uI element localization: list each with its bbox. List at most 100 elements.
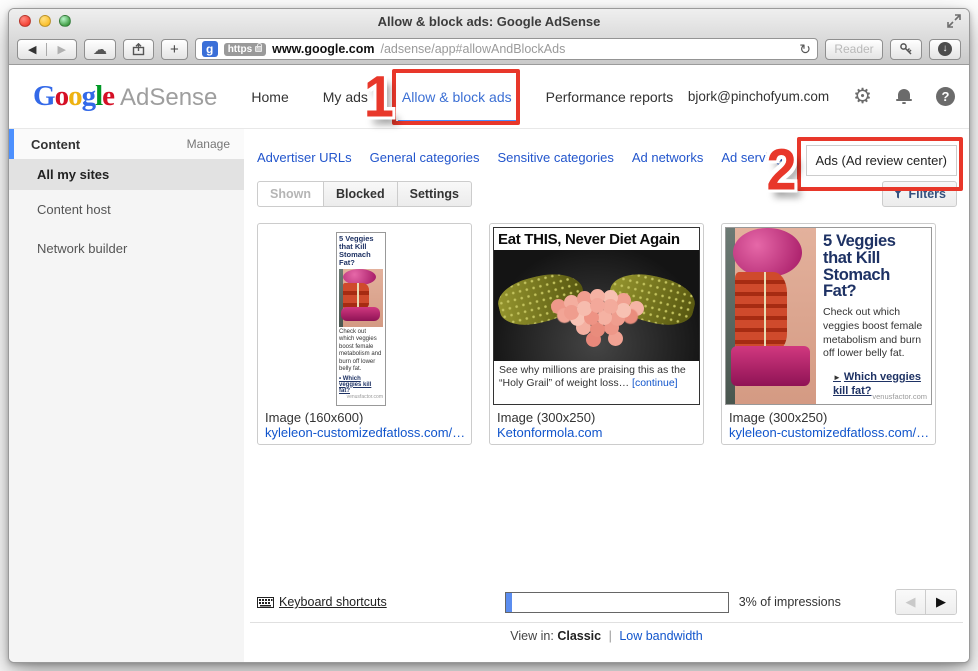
product-name: AdSense	[120, 84, 217, 112]
history-nav: ◀ ▶	[17, 39, 77, 60]
tab-ad-networks[interactable]: Ad networks	[632, 150, 704, 165]
impressions-label: 3% of impressions	[739, 595, 841, 609]
password-extension-button[interactable]	[890, 39, 922, 60]
nav-label: Allow & block ads	[402, 89, 512, 105]
ad-link[interactable]: • Which veggies kill fat?	[339, 376, 383, 394]
sidebar-item-all-my-sites[interactable]: All my sites	[9, 159, 244, 190]
url-path: /adsense/app#allowAndBlockAds	[380, 42, 565, 56]
torso-graphic	[726, 228, 816, 404]
refresh-icon[interactable]: ↻	[799, 41, 811, 58]
manage-link[interactable]: Manage	[187, 137, 244, 151]
continue-link[interactable]: [continue]	[632, 377, 678, 389]
plus-icon: +	[170, 41, 179, 58]
forward-icon[interactable]: ▶	[46, 43, 75, 56]
fullscreen-icon[interactable]	[947, 14, 961, 28]
fruit-half-left	[494, 266, 588, 331]
filters-button[interactable]: Filters	[882, 181, 957, 207]
address-bar[interactable]: g https www.google.com/adsense/app#allow…	[195, 38, 818, 60]
sidebar-item-content-host[interactable]: Content host	[9, 202, 244, 217]
download-icon: ↓	[938, 42, 952, 56]
torso-abs	[735, 272, 787, 351]
segment-shown[interactable]: Shown	[257, 181, 324, 207]
tab-advertiser-urls[interactable]: Advertiser URLs	[257, 150, 352, 165]
ad-url-link[interactable]: kyleleon-customizedfatloss.com/…	[729, 425, 929, 440]
footer-separator: |	[609, 629, 612, 643]
downloads-button[interactable]: ↓	[929, 39, 961, 60]
view-footer: View in: Classic | Low bandwidth	[244, 629, 969, 643]
tab-ad-review-center[interactable]: Ads (Ad review center) 2	[806, 145, 958, 176]
zoom-button[interactable]	[59, 15, 71, 27]
next-page-button[interactable]: ▶	[926, 590, 956, 614]
adsense-header: Google AdSense Home My ads Allow & block…	[9, 65, 969, 129]
url-domain: www.google.com	[272, 42, 374, 56]
sidebar: Content Manage All my sites Content host…	[9, 129, 244, 663]
pagination: ◀ ▶	[895, 589, 957, 615]
gear-icon[interactable]: ⚙	[853, 86, 872, 107]
ad-source: venusfactor.com	[339, 394, 383, 400]
keyboard-shortcuts-link[interactable]: Keyboard shortcuts	[257, 595, 387, 609]
bell-lip	[896, 99, 912, 101]
footer-divider	[250, 622, 963, 623]
progress-fill	[506, 593, 513, 612]
torso-abs	[343, 283, 369, 309]
subnav-tabs: Advertiser URLs General categories Sensi…	[244, 129, 969, 171]
ad-creative-300x250: 5 Veggies that Kill Stomach Fat? Check o…	[725, 227, 932, 405]
browser-window: Allow & block ads: Google AdSense ◀ ▶ ☁	[8, 8, 970, 663]
segment-blocked[interactable]: Blocked	[324, 181, 398, 207]
icloud-tabs-button[interactable]: ☁	[84, 39, 116, 60]
ad-card-2[interactable]: Eat THIS, Never Diet Again See why milli…	[489, 223, 704, 445]
view-low-bandwidth-link[interactable]: Low bandwidth	[619, 629, 702, 643]
fruit-half-right	[605, 266, 699, 331]
help-icon[interactable]: ?	[936, 87, 955, 106]
logo-letter: o	[55, 80, 69, 112]
nav-performance-reports[interactable]: Performance reports	[546, 65, 674, 128]
tab-label: Ads (Ad review center)	[816, 153, 948, 168]
sidebar-item-network-builder[interactable]: Network builder	[9, 241, 244, 256]
lock-icon	[255, 46, 262, 52]
torso-graphic	[339, 269, 383, 327]
ad-body: See why millions are praising this as th…	[494, 361, 699, 390]
account-email: bjork@pinchofyum.com	[688, 89, 829, 104]
back-icon[interactable]: ◀	[18, 43, 46, 56]
google-favicon: g	[202, 41, 218, 57]
logo-letter: g	[82, 80, 96, 112]
prev-page-button[interactable]: ◀	[896, 590, 926, 614]
nav-home[interactable]: Home	[251, 65, 288, 128]
https-badge: https	[224, 43, 266, 56]
ad-body: Check out which veggies boost female met…	[339, 329, 383, 374]
ad-body: Check out which veggies boost female met…	[823, 306, 925, 361]
keyboard-icon	[257, 597, 274, 608]
window-title: Allow & block ads: Google AdSense	[378, 14, 601, 29]
tab-sensitive-categories[interactable]: Sensitive categories	[497, 150, 613, 165]
bell-clapper	[902, 102, 906, 104]
tab-general-categories[interactable]: General categories	[370, 150, 480, 165]
share-button[interactable]	[123, 39, 154, 60]
segment-settings[interactable]: Settings	[398, 181, 472, 207]
cloud-icon: ☁	[93, 41, 107, 58]
reader-button[interactable]: Reader	[825, 39, 883, 60]
funnel-icon	[893, 189, 903, 199]
torso-bust	[733, 228, 801, 277]
browser-toolbar: ◀ ▶ ☁ + g https www.googl	[9, 34, 969, 64]
view-classic[interactable]: Classic	[557, 629, 601, 643]
active-tab-underline	[398, 120, 516, 125]
ad-url-link[interactable]: kyleleon-customizedfatloss.com/…	[265, 425, 465, 440]
nav-my-ads[interactable]: My ads	[323, 65, 368, 128]
minimize-button[interactable]	[39, 15, 51, 27]
https-label: https	[228, 44, 252, 55]
google-logo: Google	[33, 80, 114, 113]
close-button[interactable]	[19, 15, 31, 27]
logo-letter: o	[68, 80, 82, 112]
logo-letter: e	[102, 80, 114, 112]
bell-icon[interactable]	[896, 89, 912, 104]
ad-card-3[interactable]: 5 Veggies that Kill Stomach Fat? Check o…	[721, 223, 936, 445]
header-right: bjork@pinchofyum.com ⚙ ?	[688, 86, 955, 107]
ad-url-link[interactable]: Ketonformola.com	[497, 425, 603, 440]
new-tab-button[interactable]: +	[161, 39, 188, 60]
browser-chrome: Allow & block ads: Google AdSense ◀ ▶ ☁	[9, 9, 969, 65]
ad-caption: Image (300x250) Ketonformola.com	[497, 410, 603, 440]
titlebar[interactable]: Allow & block ads: Google AdSense	[9, 9, 969, 34]
ad-card-1[interactable]: 5 Veggies that Kill Stomach Fat? Check o…	[257, 223, 472, 445]
nav-allow-block-ads[interactable]: Allow & block ads 1	[402, 65, 512, 128]
keyboard-shortcuts-label: Keyboard shortcuts	[279, 595, 387, 609]
